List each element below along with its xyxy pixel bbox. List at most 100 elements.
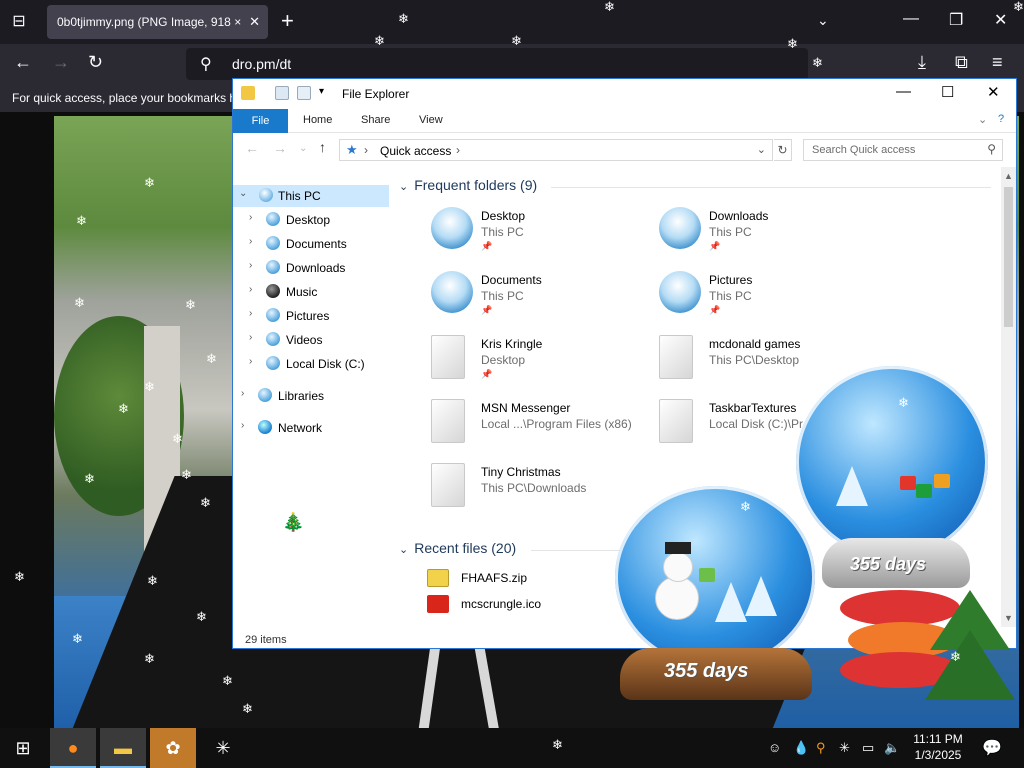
group-header-frequent[interactable]: ⌄ Frequent folders (9) <box>399 177 537 193</box>
url-bar[interactable]: ⚲ dro.pm/dt <box>186 48 808 80</box>
tree-icon <box>745 576 777 616</box>
ribbon-tabs: File Home Share View ⌄ ? <box>233 109 1016 133</box>
help-icon[interactable]: ? <box>998 113 1004 125</box>
folder-msn-messenger[interactable]: MSN Messenger Local ...\Program Files (x… <box>431 395 651 451</box>
nav-item-local-disk[interactable]: › Local Disk (C:) <box>233 353 389 375</box>
nav-item-this-pc[interactable]: ⌄ This PC <box>233 185 389 207</box>
address-bar[interactable]: ★ › Quick access › ⌄ <box>339 139 773 161</box>
maximize-icon[interactable]: ☐ <box>941 83 954 101</box>
nav-item-music[interactable]: › Music <box>233 281 389 303</box>
refresh-icon[interactable]: ↻ <box>774 139 792 161</box>
recent-file-mcscrungle[interactable]: mcscrungle.ico <box>427 593 627 615</box>
forward-arrow-icon[interactable]: → <box>273 140 287 156</box>
chevron-right-icon[interactable]: › <box>241 388 244 399</box>
new-folder-icon[interactable] <box>297 86 311 100</box>
tab-home[interactable]: Home <box>303 114 332 126</box>
extensions-icon[interactable]: ⧉ <box>955 52 968 73</box>
customize-toolbar-icon[interactable]: ▾ <box>319 86 324 97</box>
restore-icon[interactable]: ❐ <box>949 10 963 30</box>
network-tray-icon[interactable]: ▭ <box>862 740 874 756</box>
chevron-right-icon[interactable]: › <box>249 284 252 295</box>
folder-desktop[interactable]: Desktop This PC 📌 <box>431 203 651 259</box>
menu-icon[interactable]: ≡ <box>992 52 1003 73</box>
folder-tiny-christmas[interactable]: Tiny Christmas This PC\Downloads <box>431 459 651 515</box>
chevron-right-icon[interactable]: › <box>249 212 252 223</box>
vertical-scrollbar[interactable]: ▲ ▼ <box>1001 167 1016 627</box>
tab-share[interactable]: Share <box>361 114 390 126</box>
address-path[interactable]: Quick access <box>380 144 451 158</box>
chevron-right-icon[interactable]: › <box>249 356 252 367</box>
nav-item-libraries[interactable]: › Libraries <box>233 385 389 407</box>
browser-tab-active[interactable]: 0b0tjimmy.png (PNG Image, 918 × ✕ <box>47 5 268 39</box>
chevron-right-icon[interactable]: › <box>249 308 252 319</box>
file-explorer-icon[interactable]: ▬ <box>100 728 146 768</box>
list-all-tabs-icon[interactable]: ⊟ <box>8 11 30 33</box>
tab-file[interactable]: File <box>233 109 288 133</box>
search-box[interactable]: Search Quick access ⚲ <box>803 139 1003 161</box>
back-arrow-icon[interactable]: ← <box>245 140 259 156</box>
nav-item-videos[interactable]: › Videos <box>233 329 389 351</box>
snowflake-tray-icon[interactable]: ✳ <box>839 740 850 756</box>
clock-date: 1/3/2025 <box>914 748 962 762</box>
snowflake-icon: ❄ <box>76 213 87 228</box>
start-button[interactable]: ⊞ <box>0 728 46 768</box>
chevron-right-icon[interactable]: › <box>249 260 252 271</box>
app-icon[interactable]: ✿ <box>150 728 196 768</box>
downloads-icon[interactable]: ⤓ <box>918 52 926 73</box>
breadcrumb-chevron-icon[interactable]: › <box>456 143 460 157</box>
firefox-icon[interactable]: ● <box>50 728 96 768</box>
volume-icon[interactable]: 🔈 <box>884 740 900 756</box>
globe-base-silver: 355 days <box>822 538 970 588</box>
nav-item-network[interactable]: › Network <box>233 417 389 439</box>
folder-path: This PC <box>481 225 524 239</box>
back-arrow-icon[interactable]: ← <box>14 52 32 73</box>
chevron-right-icon[interactable]: › <box>249 332 252 343</box>
search-placeholder[interactable]: Search Quick access <box>812 144 915 156</box>
nav-label: This PC <box>278 189 321 203</box>
chevron-down-icon[interactable]: ⌄ <box>399 181 408 193</box>
group-header-recent[interactable]: ⌄ Recent files (20) <box>399 540 516 556</box>
forward-arrow-icon[interactable]: → <box>52 52 70 73</box>
recent-locations-icon[interactable]: ⌄ <box>299 143 307 154</box>
close-window-icon[interactable]: ✕ <box>994 10 1007 30</box>
desktop-icon <box>266 212 280 226</box>
folder-kris-kringle[interactable]: Kris Kringle Desktop 📌 <box>431 331 651 387</box>
scroll-up-icon[interactable]: ▲ <box>1004 171 1013 181</box>
new-tab-button[interactable]: + <box>281 10 294 32</box>
nav-item-pictures[interactable]: › Pictures <box>233 305 389 327</box>
nav-label: Local Disk (C:) <box>286 357 365 371</box>
chevron-down-icon[interactable]: ⌄ <box>399 544 408 556</box>
nav-item-desktop[interactable]: › Desktop <box>233 209 389 231</box>
tab-view[interactable]: View <box>419 114 443 126</box>
nav-item-downloads[interactable]: › Downloads <box>233 257 389 279</box>
folder-pictures[interactable]: Pictures This PC 📌 <box>659 267 879 323</box>
folder-downloads[interactable]: Downloads This PC 📌 <box>659 203 879 259</box>
chevron-right-icon[interactable]: › <box>249 236 252 247</box>
clock[interactable]: 11:11 PM 1/3/2025 <box>906 731 970 763</box>
user-tray-icon[interactable]: ☺ <box>768 740 781 755</box>
minimize-icon[interactable]: — <box>903 10 919 28</box>
up-arrow-icon[interactable]: ↑ <box>319 139 326 155</box>
minimize-icon[interactable]: — <box>896 83 911 100</box>
url-text[interactable]: dro.pm/dt <box>232 56 291 72</box>
explorer-titlebar[interactable]: ▾ File Explorer — ☐ ✕ <box>233 79 1016 109</box>
droplet-tray-icon[interactable]: 💧 <box>793 740 809 756</box>
notification-icon[interactable]: 💬 <box>982 738 1002 758</box>
properties-icon[interactable] <box>275 86 289 100</box>
folder-path: Local ...\Program Files (x86) <box>481 417 632 431</box>
nav-item-documents[interactable]: › Documents <box>233 233 389 255</box>
reload-icon[interactable]: ↻ <box>88 52 103 73</box>
chevron-right-icon[interactable]: › <box>241 420 244 431</box>
recent-file-fhaafs[interactable]: FHAAFS.zip <box>427 567 627 589</box>
close-icon[interactable]: ✕ <box>249 5 260 39</box>
expand-ribbon-icon[interactable]: ⌄ <box>978 113 987 126</box>
folder-documents[interactable]: Documents This PC 📌 <box>431 267 651 323</box>
breadcrumb-chevron-icon[interactable]: › <box>364 143 368 157</box>
snowflake-icon: ❄ <box>172 431 183 446</box>
chevron-down-icon[interactable]: ⌄ <box>239 188 247 199</box>
scroll-thumb[interactable] <box>1004 187 1013 327</box>
close-icon[interactable]: ✕ <box>987 83 1000 101</box>
search-tray-icon[interactable]: ⚲ <box>816 740 826 756</box>
chevron-down-icon[interactable]: ⌄ <box>817 12 829 29</box>
snowflake-app-icon[interactable]: ✳ <box>200 728 246 768</box>
